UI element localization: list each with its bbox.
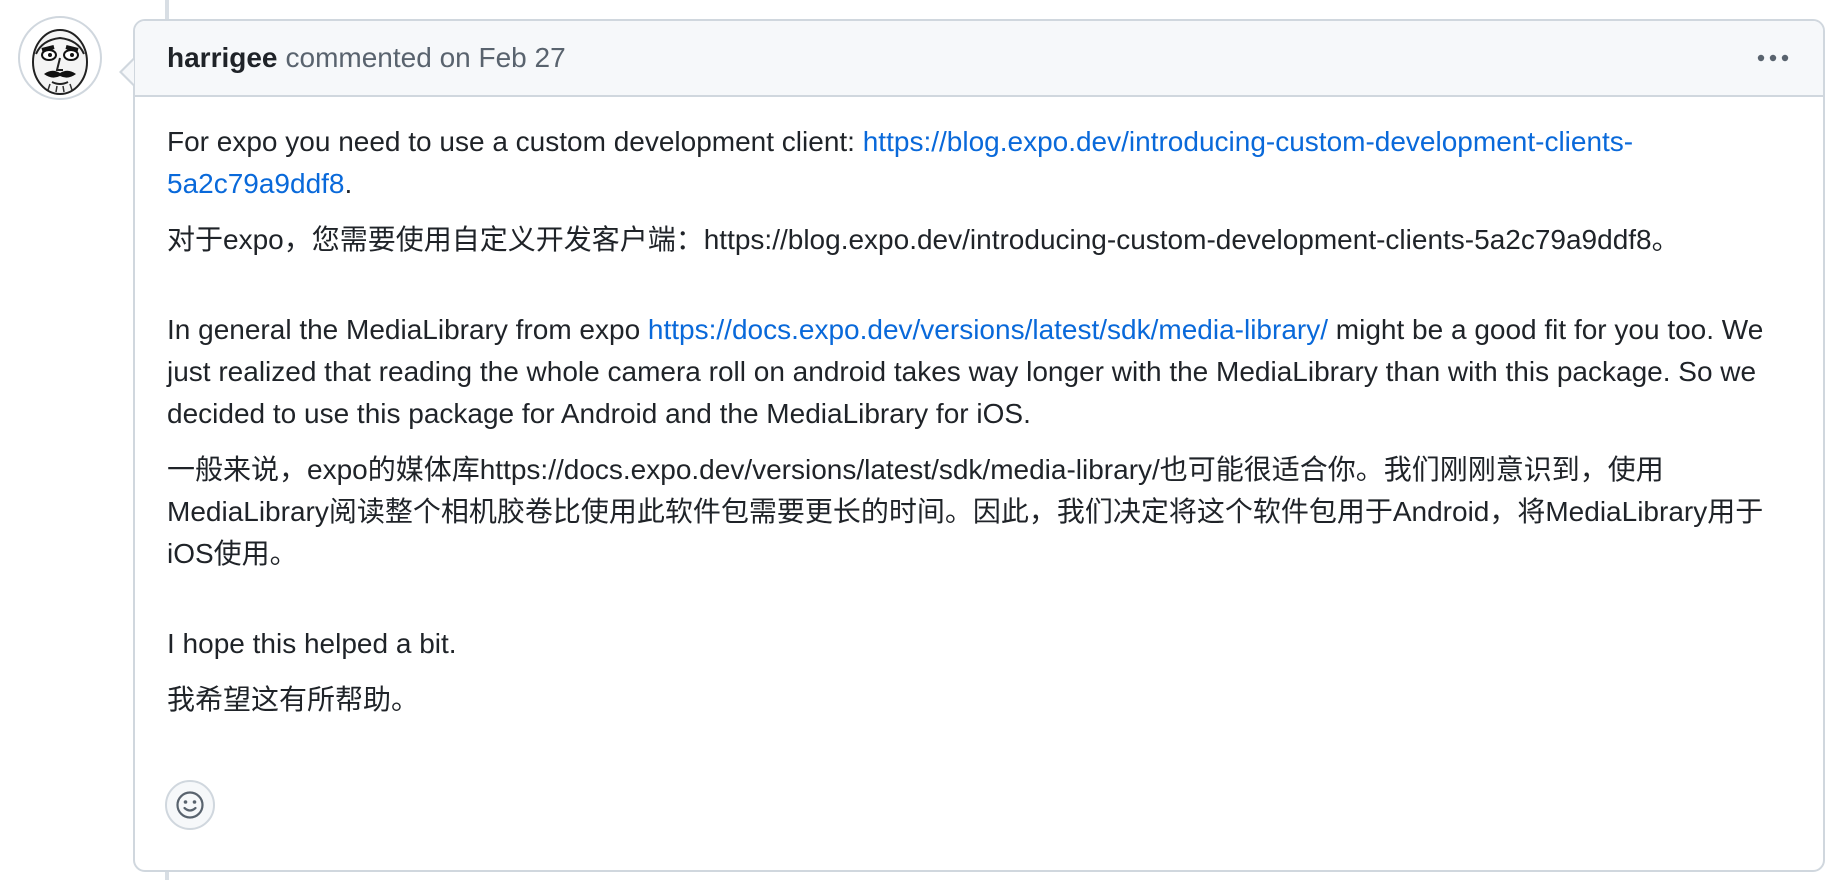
comment-timestamp[interactable]: commented on Feb 27 <box>286 42 566 74</box>
avatar-face-icon <box>32 29 88 95</box>
media-library-link[interactable]: https://docs.expo.dev/versions/latest/sd… <box>648 314 1328 345</box>
smiley-icon <box>176 791 204 819</box>
paragraph-chinese-3: 我希望这有所帮助。 <box>167 684 420 715</box>
comment-header: harrigee commented on Feb 27 <box>135 21 1823 97</box>
avatar[interactable] <box>18 16 102 100</box>
paragraph-english-1: For expo you need to use a custom develo… <box>167 121 1791 205</box>
comment-author[interactable]: harrigee <box>167 42 278 74</box>
paragraph-english-2: In general the MediaLibrary from expo ht… <box>167 309 1791 435</box>
paragraph-text: For expo you need to use a custom develo… <box>167 126 863 157</box>
comment-body: For expo you need to use a custom develo… <box>135 97 1823 721</box>
comment-options-button[interactable] <box>1751 38 1795 78</box>
comment-card: harrigee commented on Feb 27 For expo yo… <box>119 19 1825 872</box>
paragraph-chinese-2: 一般来说，expo的媒体库https://docs.expo.dev/versi… <box>167 454 1764 569</box>
paragraph-text: In general the MediaLibrary from expo <box>167 314 648 345</box>
paragraph-chinese-1: 对于expo，您需要使用自定义开发客户端：https://blog.expo.d… <box>167 224 1680 255</box>
paragraph-text: . <box>344 168 353 199</box>
add-reaction-button[interactable] <box>165 780 215 830</box>
paragraph-english-3: I hope this helped a bit. <box>167 628 457 659</box>
kebab-horizontal-icon <box>1757 54 1789 62</box>
